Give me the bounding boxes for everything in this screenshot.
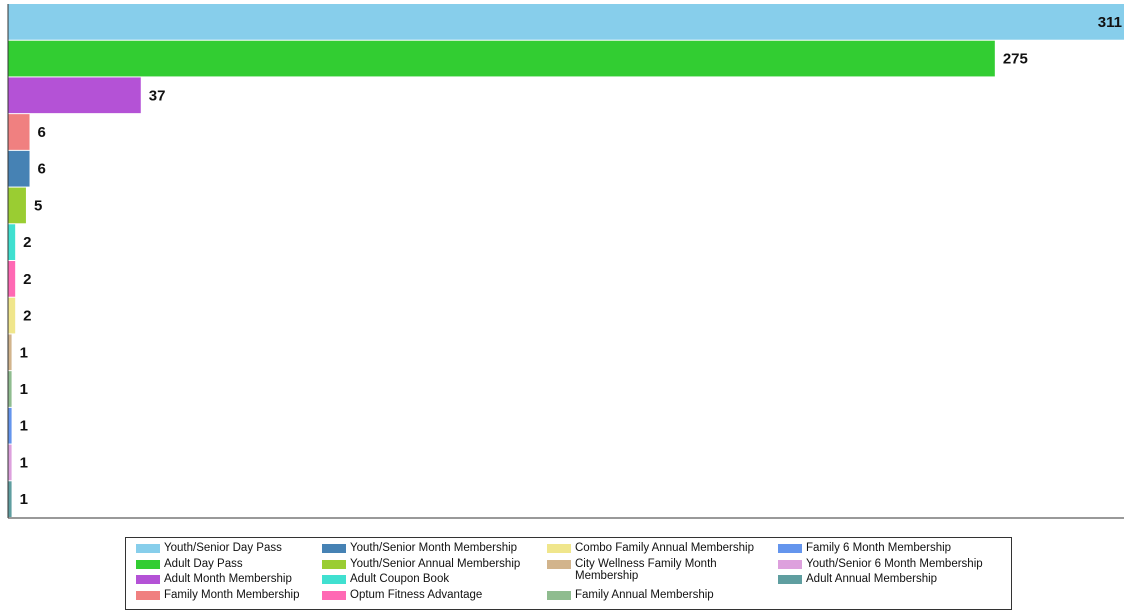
bar-3	[8, 114, 30, 150]
value-label-5: 5	[34, 197, 42, 214]
bar-2	[8, 77, 141, 114]
bar-0	[8, 4, 1124, 40]
legend-swatch	[136, 590, 160, 600]
bar-4	[8, 150, 30, 187]
bar-5	[8, 187, 26, 224]
value-label-11: 1	[20, 418, 28, 435]
value-labels-group: 311 275 37 6 6 5 2 2 2 1 1 1 1 1	[20, 14, 1122, 508]
legend-swatch	[322, 590, 346, 600]
value-label-2: 37	[149, 87, 166, 104]
bar-6	[8, 224, 16, 260]
value-label-9: 1	[20, 344, 28, 361]
legend-label: City Wellness Family Month Membership	[575, 557, 717, 582]
bar-11	[8, 407, 12, 444]
legend-label: Youth/Senior Day Pass	[164, 542, 282, 554]
bar-12	[8, 444, 12, 481]
value-label-12: 1	[20, 454, 28, 471]
legend-label: Optum Fitness Advantage	[350, 588, 483, 601]
legend-label: Family Annual Membership	[575, 588, 714, 601]
legend-swatch	[322, 544, 346, 553]
value-label-8: 2	[23, 308, 31, 325]
value-label-4: 6	[38, 161, 46, 178]
legend-label: Youth/Senior Annual Membership	[350, 557, 521, 570]
legend-swatch	[322, 575, 346, 584]
value-label-10: 1	[20, 381, 28, 398]
bar-7	[8, 261, 16, 297]
legend-swatch	[547, 590, 571, 600]
bar-8	[8, 297, 16, 334]
legend: Youth/Senior Day Pass Adult Day Pass Adult…	[125, 537, 1012, 610]
value-label-0: 311	[1098, 14, 1122, 31]
legend-swatch	[136, 544, 160, 553]
legend-swatch	[778, 544, 802, 553]
value-label-13: 1	[20, 491, 28, 508]
bar-9	[8, 334, 12, 371]
bar-chart: 311 275 37 6 6 5 2 2 2 1 1 1 1 1	[7, 4, 1124, 519]
bars-group	[8, 4, 1124, 517]
legend-swatch	[136, 559, 160, 569]
value-label-6: 2	[23, 234, 31, 251]
bar-13	[8, 481, 12, 517]
legend-swatch	[322, 559, 346, 569]
legend-label: Family Month Membership	[164, 588, 300, 601]
legend-label: Adult Day Pass	[164, 557, 243, 570]
legend-label: Adult Annual Membership	[806, 573, 938, 585]
legend-label: Combo Family Annual Membership	[575, 542, 754, 554]
legend-label: Family 6 Month Membership	[806, 542, 952, 554]
legend-label: Youth/Senior Month Membership	[350, 542, 518, 554]
legend-label: Youth/Senior 6 Month Membership	[806, 557, 983, 570]
bar-1	[8, 40, 995, 77]
legend-swatch	[547, 544, 571, 553]
value-label-7: 2	[23, 271, 31, 288]
legend-swatch	[778, 575, 802, 584]
legend-swatch	[778, 559, 802, 569]
legend-label: Adult Coupon Book	[350, 573, 450, 585]
bar-10	[8, 371, 12, 407]
legend-swatch	[547, 559, 571, 569]
legend-swatch	[136, 575, 160, 584]
legend-label: Adult Month Membership	[164, 573, 292, 585]
value-label-1: 275	[1003, 51, 1028, 68]
value-label-3: 6	[38, 124, 46, 141]
